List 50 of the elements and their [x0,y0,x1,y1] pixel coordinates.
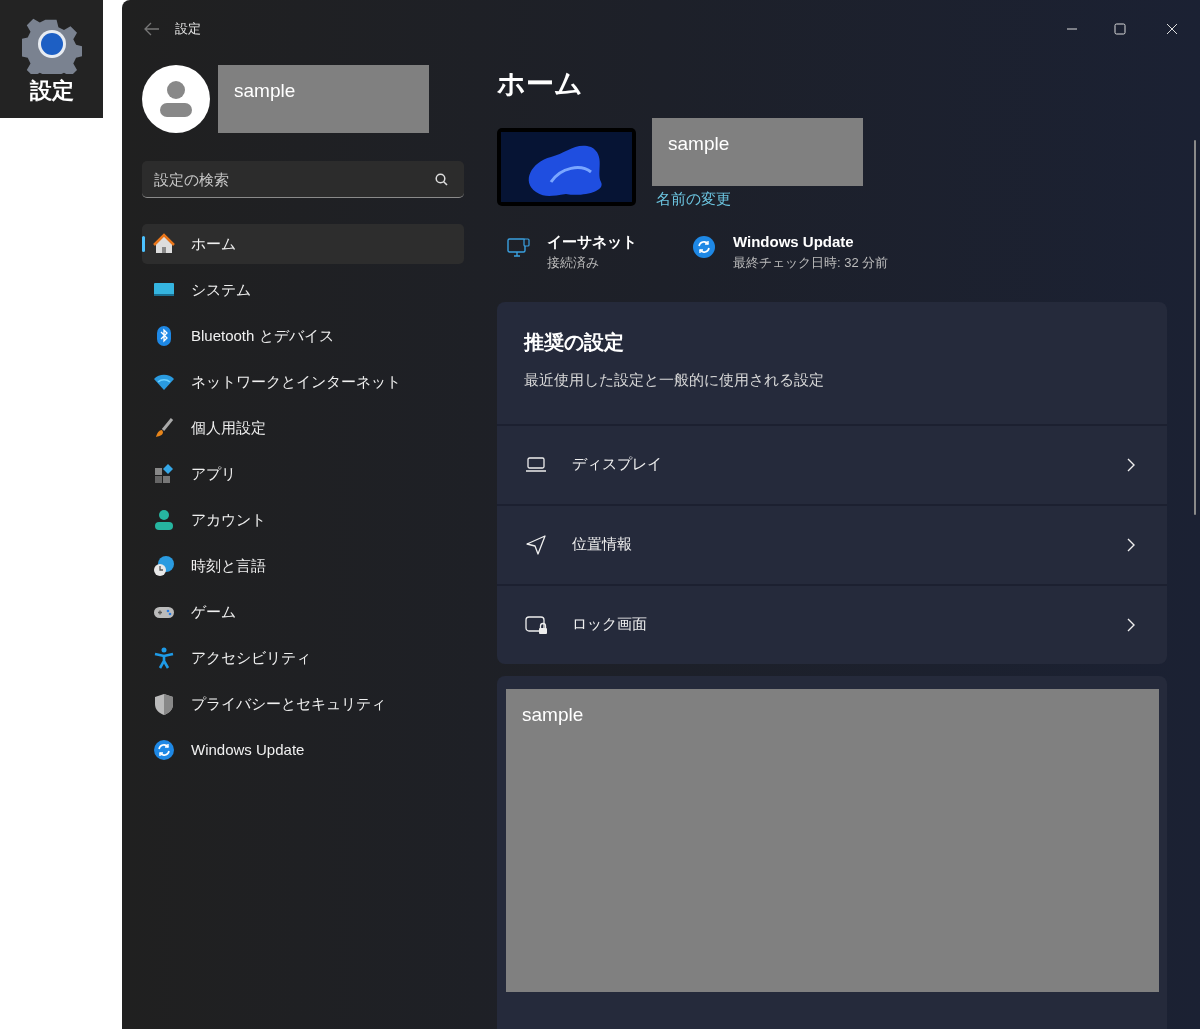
settings-row[interactable]: ディスプレイ [497,423,1167,504]
selection-indicator [142,236,145,252]
nav-item[interactable]: ホーム [142,224,464,264]
monitor-plug-icon [507,235,531,260]
back-arrow-icon[interactable] [144,22,160,36]
refresh-icon [153,739,175,761]
settings-row[interactable]: ロック画面 [497,583,1167,664]
status-title: Windows Update [733,232,855,252]
settings-row[interactable]: 位置情報 [497,503,1167,584]
nav-item[interactable]: 時刻と言語 [142,546,464,586]
status-subtitle: 接続済み [547,255,600,272]
shield-icon [153,693,175,715]
redaction-block: sample [218,65,429,133]
nav-item[interactable]: ゲーム [142,592,464,632]
search-field[interactable]: 設定の検索 [142,161,464,198]
search-icon [435,173,448,186]
person-icon [153,509,175,531]
nav-item[interactable]: Bluetooth とデバイス [142,316,464,356]
nav-item[interactable]: ネットワークとインターネット [142,362,464,402]
accessibility-icon [153,647,175,669]
redaction-block: sample [652,118,863,186]
window-title: 設定 [175,20,201,39]
nav-item[interactable]: 個人用設定 [142,408,464,448]
chevron-right-icon [1127,457,1135,472]
lock-screen-icon [525,613,549,636]
nav-item[interactable]: Windows Update [142,730,464,770]
nav-item[interactable]: アクセシビリティ [142,638,464,678]
chevron-right-icon [1127,537,1135,552]
redaction-block: sample [506,688,1159,992]
app-label: 設定 [29,80,74,102]
nav-item[interactable]: システム [142,270,464,310]
globe-clock-icon [153,555,175,577]
taskbar-tile[interactable]: 設定 [0,0,103,118]
rename-link[interactable]: 名前の変更 [656,188,863,211]
paintbrush-icon [153,417,175,439]
nav-item[interactable]: プライバシーとセキュリティ [142,684,464,724]
nav-item[interactable]: アカウント [142,500,464,540]
section-subtitle: 最近使用した設定と一般的に使用される設定 [524,369,825,390]
page-title: ホーム [497,70,584,98]
app-grid-icon [153,463,175,485]
refresh-icon [693,235,717,260]
chevron-right-icon [1127,617,1135,632]
person-silhouette-icon [159,80,193,118]
status-title: イーサネット [547,232,637,252]
home-icon [153,233,175,255]
maximize-icon[interactable] [1114,23,1126,35]
nav-item[interactable]: アプリ [142,454,464,494]
section-title: 推奨の設定 [524,331,625,352]
status-subtitle: 最終チェック日時: 32 分前 [733,255,889,272]
close-icon[interactable] [1166,23,1178,35]
